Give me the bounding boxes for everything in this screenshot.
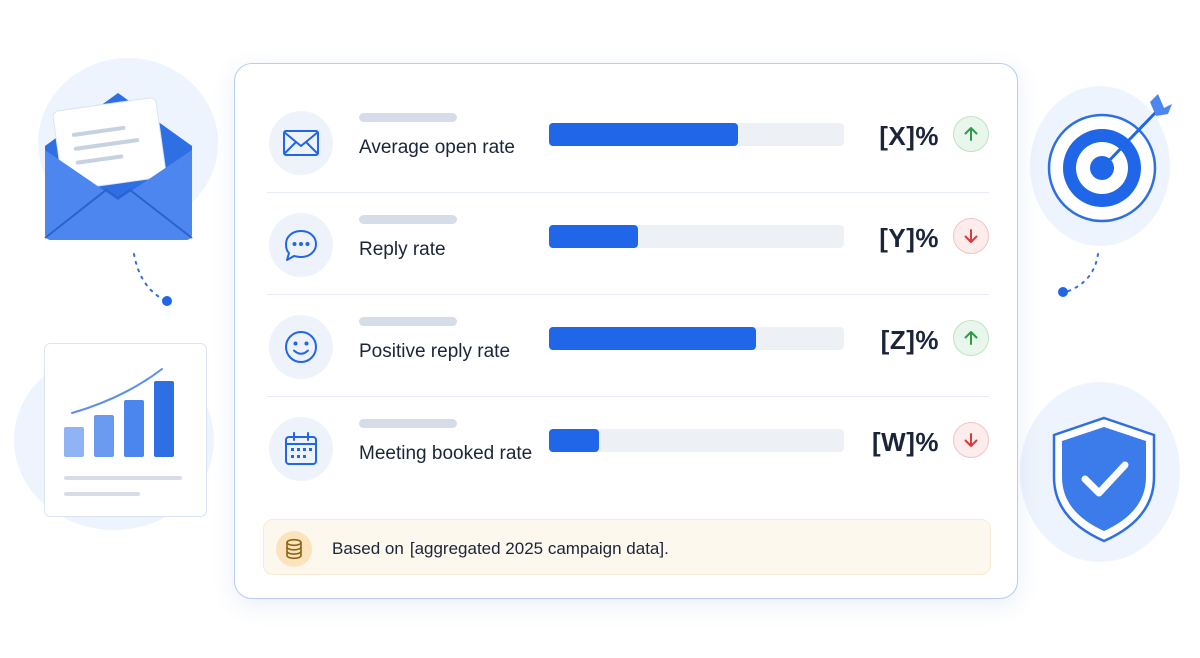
metric-row-reply-rate: Reply rate [Y]% — [267, 193, 989, 295]
smiley-face-icon — [285, 331, 317, 363]
trend-up-badge — [953, 320, 989, 356]
metric-progress-track — [549, 327, 844, 350]
data-source-note: Based on [aggregated 2025 campaign data]. — [263, 519, 991, 575]
shield-check-illustration — [1052, 416, 1156, 543]
metric-caption-placeholder — [359, 215, 457, 224]
metric-row-open-rate: Average open rate [X]% — [267, 91, 989, 193]
dotted-connector-left — [133, 253, 172, 306]
trend-up-badge — [953, 116, 989, 152]
calendar-icon — [285, 432, 317, 465]
metric-progress-fill — [549, 225, 638, 248]
metric-progress-fill — [549, 123, 738, 146]
metric-value: [W]% — [872, 427, 939, 457]
metric-caption-placeholder — [359, 113, 457, 122]
source-prefix: Based on — [332, 539, 404, 558]
metric-progress-track — [549, 429, 844, 452]
database-icon-badge — [276, 531, 312, 567]
metric-icon-circle — [269, 111, 333, 175]
trend-down-badge — [953, 422, 989, 458]
metric-progress-fill — [549, 429, 600, 452]
metric-icon-circle — [269, 417, 333, 481]
metric-icon-circle — [269, 315, 333, 379]
chat-bubble-icon — [285, 230, 317, 261]
metric-label: Meeting booked rate — [359, 443, 533, 464]
metric-progress-track — [549, 123, 844, 146]
metric-label: Positive reply rate — [359, 341, 511, 362]
arrow-down-icon — [964, 229, 978, 243]
envelope-icon — [283, 130, 319, 156]
arrow-up-icon — [964, 127, 978, 141]
metric-label: Average open rate — [359, 137, 515, 158]
metric-value: [X]% — [879, 121, 939, 151]
metric-row-positive-reply-rate: Positive reply rate [Z]% — [267, 295, 989, 397]
dotted-connector-right — [1058, 253, 1099, 297]
metric-progress-fill — [549, 327, 756, 350]
metrics-card: Average open rate [X]% Reply rate [Y]% P… — [234, 63, 1018, 599]
growth-chart-illustration — [44, 343, 207, 517]
envelope-illustration — [44, 93, 193, 240]
metric-progress-track — [549, 225, 844, 248]
metric-row-meeting-booked-rate: Meeting booked rate [W]% — [267, 397, 989, 499]
metric-label: Reply rate — [359, 239, 446, 260]
metric-caption-placeholder — [359, 419, 457, 428]
arrow-up-icon — [964, 331, 978, 345]
database-icon — [286, 538, 302, 560]
metric-value: [Y]% — [879, 223, 939, 253]
arrow-down-icon — [964, 433, 978, 447]
target-illustration — [1047, 94, 1172, 223]
metric-caption-placeholder — [359, 317, 457, 326]
data-source-text: Based on [aggregated 2025 campaign data]. — [332, 539, 669, 559]
metric-icon-circle — [269, 213, 333, 277]
source-reference: [aggregated 2025 campaign data]. — [409, 539, 669, 558]
metric-value: [Z]% — [880, 325, 939, 355]
trend-down-badge — [953, 218, 989, 254]
